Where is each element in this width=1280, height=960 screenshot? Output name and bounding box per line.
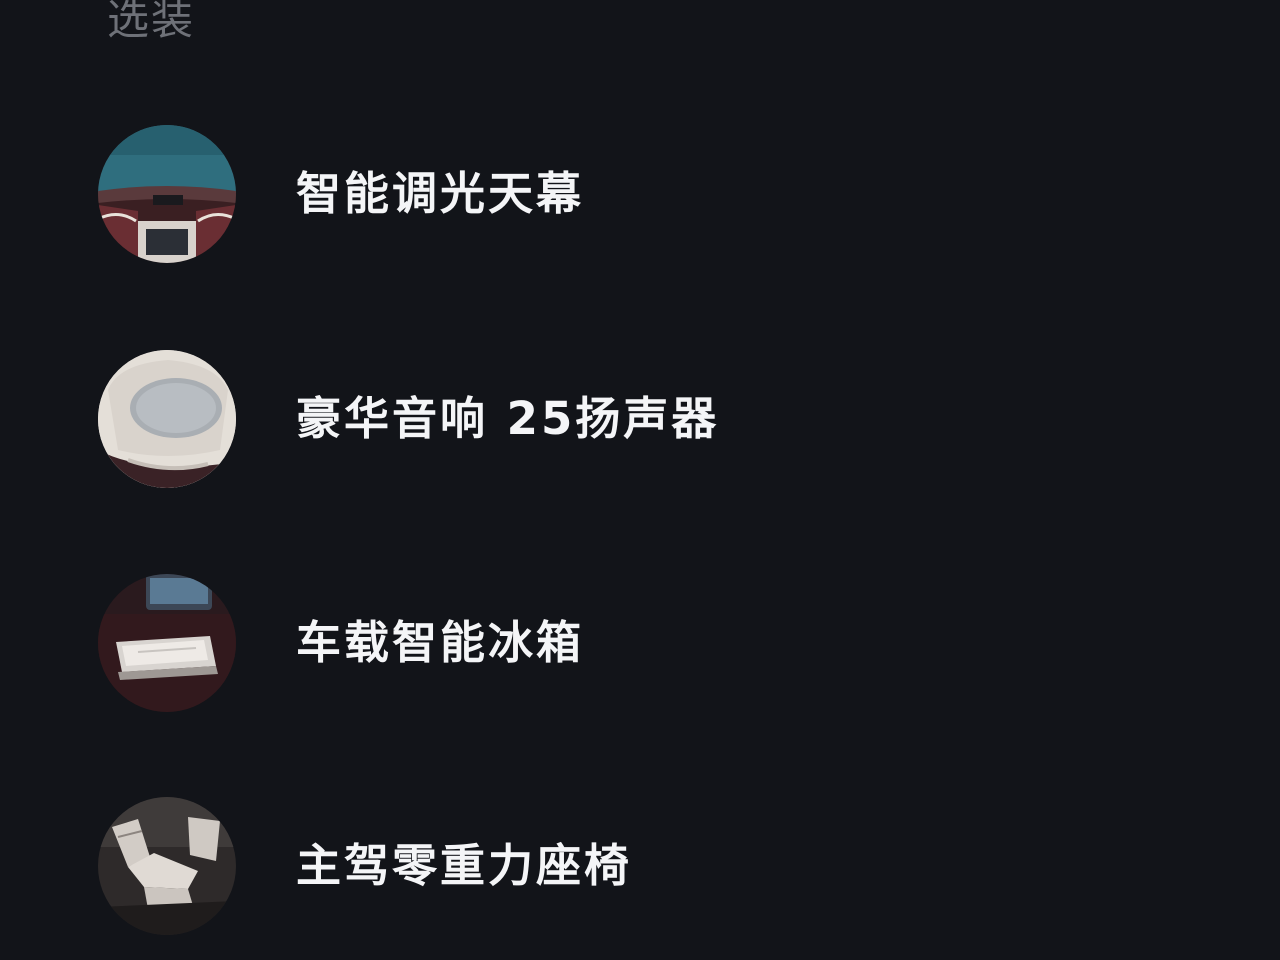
fridge-thumbnail	[98, 574, 236, 712]
seat-thumbnail	[98, 797, 236, 935]
speaker-grille-photo-icon	[98, 350, 236, 488]
panoramic-sunroof-photo-icon	[98, 125, 236, 263]
option-label-sunroof: 智能调光天幕	[296, 167, 585, 220]
option-label-fridge: 车载智能冰箱	[296, 616, 585, 669]
zero-gravity-seat-photo-icon	[98, 797, 236, 935]
sunroof-thumbnail	[98, 125, 236, 263]
option-item-sunroof[interactable]: 智能调光天幕	[98, 124, 1098, 264]
option-item-fridge[interactable]: 车载智能冰箱	[98, 573, 1098, 713]
option-label-seat: 主驾零重力座椅	[296, 839, 633, 892]
option-list: 智能调光天幕 豪华音响 25扬声器 车载智能冰箱 主驾零重力座椅	[0, 0, 1280, 960]
audio-thumbnail	[98, 350, 236, 488]
option-item-seat[interactable]: 主驾零重力座椅	[98, 796, 1098, 936]
option-label-audio: 豪华音响 25扬声器	[296, 392, 720, 445]
option-item-audio[interactable]: 豪华音响 25扬声器	[98, 349, 1098, 489]
car-fridge-photo-icon	[98, 574, 236, 712]
